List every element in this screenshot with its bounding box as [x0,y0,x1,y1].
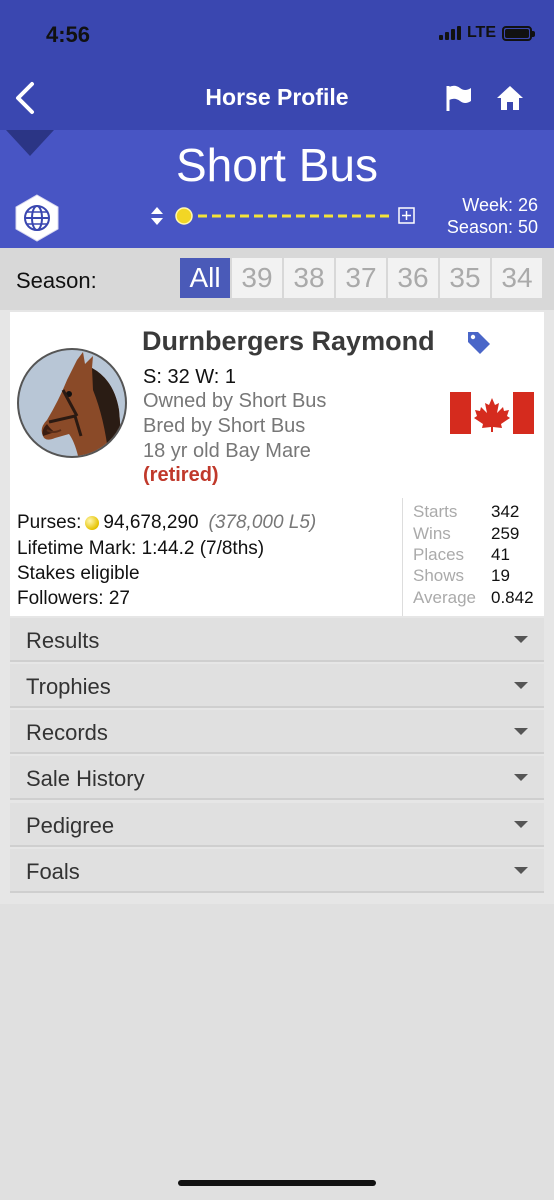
bred-by[interactable]: Bred by Short Bus [143,415,305,438]
purses-value: 94,678,290 [103,512,199,533]
horse-description: 18 yr old Bay Mare [143,440,311,462]
flag-icon [446,85,471,111]
horse-head-icon [41,352,123,456]
season-tab-all[interactable]: All [180,258,230,298]
week-season-info: Week: 26 Season: 50 [447,194,538,238]
purses-label: Purses: [17,512,82,533]
week-label: Week: 26 [462,195,538,215]
section-label: Results [26,628,100,653]
home-icon [497,86,523,110]
owned-by[interactable]: Owned by Short Bus [143,390,326,413]
stats-value: 41 [491,545,510,564]
season-tab-35[interactable]: 35 [440,258,490,298]
sort-arrows-icon [151,207,163,225]
stats-label: Wins [413,524,451,543]
caret-down-icon [514,774,528,781]
season-tab-36[interactable]: 36 [388,258,438,298]
section-label: Records [26,720,108,745]
empty-area [0,904,554,1200]
caret-down-icon [514,821,528,828]
season-label: Season: 50 [446,217,538,237]
stats-value: 19 [491,566,510,585]
flag-button[interactable] [444,84,474,112]
season-tabs: All 39 38 37 36 35 34 [180,258,542,298]
stats-label: Average [413,588,477,607]
stats-label: Starts [413,502,458,521]
caret-down-icon [514,867,528,874]
globe-icon [15,194,59,242]
canada-flag-icon [450,392,534,434]
battery-icon [502,25,535,41]
stats-value: 0.842 [491,588,534,607]
slider-coin-icon [175,207,193,225]
season-tab-39[interactable]: 39 [232,258,282,298]
caret-down-icon [514,682,528,689]
caret-down-icon [514,636,528,643]
section-results[interactable]: Results [10,618,544,662]
stats-value: 342 [491,502,520,521]
horse-card: Durnbergers Raymond S: 32 W: 1 Owned by … [10,312,544,616]
coin-icon [85,516,100,530]
section-trophies[interactable]: Trophies [10,664,544,708]
stable-header: Short Bus Week: 26 Season: 50 [0,130,554,248]
season-slider[interactable] [150,204,420,228]
season-selector-label: Season: [16,268,97,293]
section-records[interactable]: Records [10,710,544,754]
section-foals[interactable]: Foals [10,849,544,893]
section-pedigree[interactable]: Pedigree [10,803,544,847]
purses-line: Purses: 94,678,290 (378,000 L5) [17,512,316,534]
stats-value: 259 [491,524,520,543]
lifetime-mark: Lifetime Mark: 1:44.2 (7/8ths) [17,538,265,559]
section-label: Sale History [26,766,145,791]
horse-name: Durnbergers Raymond [142,326,435,356]
season-tab-38[interactable]: 38 [284,258,334,298]
globe-button[interactable] [14,194,60,242]
status-indicators: LTE [438,24,535,42]
section-label: Trophies [26,674,111,699]
section-label: Foals [26,859,80,884]
season-tab-34[interactable]: 34 [492,258,542,298]
section-sale-history[interactable]: Sale History [10,756,544,800]
season-tab-37[interactable]: 37 [336,258,386,298]
plus-box-icon [398,207,415,224]
status-bar: 4:56 LTE [0,0,554,66]
stats-label: Places [413,545,465,564]
home-indicator[interactable] [178,1180,376,1186]
nav-bar: Horse Profile [0,66,554,130]
caret-down-icon [514,728,528,735]
career-stats: Starts 342 Wins 259 Places 41 Shows 19 A… [402,498,544,616]
status-time: 4:56 [46,22,91,47]
stats-label: Shows [413,566,465,585]
network-label: LTE [466,24,496,41]
starts-wins: S: 32 W: 1 [143,366,237,388]
stakes-eligible: Stakes eligible [17,563,140,584]
purses-l5: (378,000 L5) [208,512,317,533]
section-label: Pedigree [26,813,115,838]
season-selector: Season: All 39 38 37 36 35 34 [0,248,554,310]
horse-avatar [17,348,127,458]
signal-icon [438,26,461,40]
retired-status: (retired) [143,464,219,486]
tag-button[interactable] [466,330,492,356]
home-button[interactable] [496,84,524,112]
tag-icon [468,332,490,354]
followers: Followers: 27 [17,588,130,609]
stable-name: Short Bus [176,139,378,191]
